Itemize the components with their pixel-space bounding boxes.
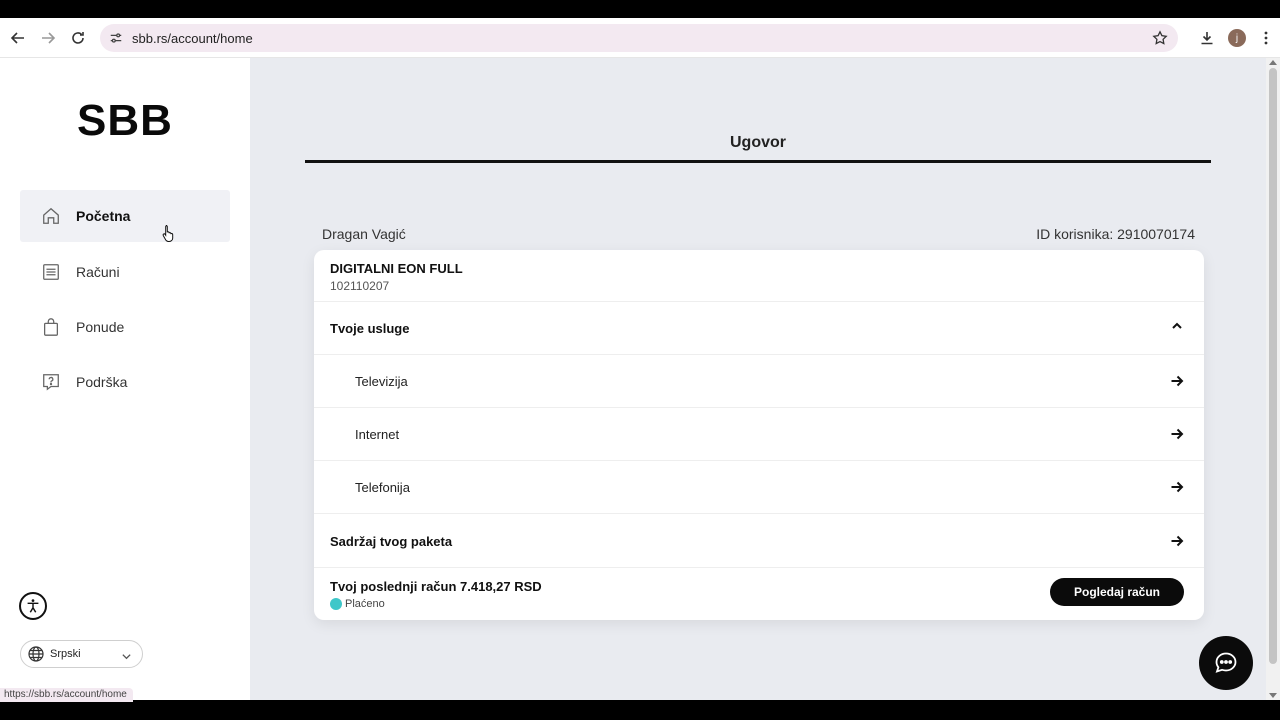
screen-bottom-border	[0, 702, 1280, 720]
last-bill-row: Tvoj poslednji račun 7.418,27 RSD Plaćen…	[314, 568, 1204, 620]
hand-cursor-icon	[162, 225, 174, 242]
back-button[interactable]	[3, 23, 33, 53]
profile-button[interactable]: j	[1222, 18, 1252, 58]
package-content-row[interactable]: Sadržaj tvog paketa	[314, 515, 1204, 568]
last-bill-text: Tvoj poslednji račun 7.418,27 RSD	[330, 579, 542, 594]
downloads-icon[interactable]	[1192, 18, 1222, 58]
page-scrollbar[interactable]	[1266, 58, 1280, 700]
help-icon	[40, 371, 62, 393]
sidebar-item-label: Računi	[76, 264, 120, 280]
browser-toolbar: sbb.rs/account/home j	[0, 18, 1280, 58]
service-label: Internet	[355, 426, 400, 442]
view-bill-button[interactable]: Pogledaj račun	[1050, 578, 1184, 606]
arrow-right-icon	[1171, 535, 1184, 547]
home-icon	[40, 205, 62, 227]
chevron-down-icon	[121, 649, 132, 660]
browser-menu-icon[interactable]	[1252, 18, 1280, 58]
scroll-down-icon[interactable]	[1269, 693, 1277, 698]
page-title: Ugovor	[730, 134, 786, 151]
service-row-internet[interactable]: Internet	[314, 408, 1204, 461]
arrow-right-icon	[1171, 481, 1184, 493]
site-settings-icon[interactable]	[108, 30, 124, 46]
arrow-right-icon	[1171, 428, 1184, 440]
contract-card: DIGITALNI EON FULL 102110207 Tvoje uslug…	[314, 250, 1204, 620]
accessibility-button[interactable]	[19, 592, 47, 620]
chat-button[interactable]	[1199, 636, 1253, 690]
scroll-up-icon[interactable]	[1269, 60, 1277, 65]
invoice-icon	[40, 261, 62, 283]
sidebar-item-pocetna[interactable]: Početna	[20, 190, 230, 242]
sidebar: SBB Početna Računi Ponude Podrška Srpski	[0, 58, 250, 700]
sidebar-item-racuni[interactable]: Računi	[20, 246, 230, 298]
link-status-bar: https://sbb.rs/account/home	[0, 688, 133, 702]
sidebar-item-label: Početna	[76, 208, 131, 224]
user-id: ID korisnika: 2910070174	[1036, 226, 1195, 242]
sidebar-item-ponude[interactable]: Ponude	[20, 301, 230, 353]
package-content-label: Sadržaj tvog paketa	[330, 533, 453, 549]
shopping-bag-icon	[40, 316, 62, 338]
arrow-right-icon	[42, 31, 56, 44]
service-label: Televizija	[355, 373, 408, 389]
services-header: Tvoje usluge	[330, 320, 410, 336]
address-bar[interactable]: sbb.rs/account/home	[100, 24, 1178, 52]
arrow-left-icon	[10, 31, 24, 44]
package-number: 102110207	[330, 279, 390, 293]
scrollbar-thumb[interactable]	[1269, 68, 1277, 664]
bill-status-label: Plaćeno	[345, 598, 385, 610]
chevron-up-icon	[1172, 322, 1182, 329]
paid-check-icon	[330, 598, 342, 610]
profile-avatar: j	[1228, 29, 1246, 47]
bill-status: Plaćeno	[330, 598, 385, 610]
globe-icon	[27, 645, 45, 663]
forward-button[interactable]	[33, 23, 63, 53]
bookmark-star-icon[interactable]	[1152, 30, 1168, 46]
arrow-right-icon	[1171, 375, 1184, 387]
service-label: Telefonija	[355, 479, 410, 495]
reload-icon	[72, 31, 84, 44]
accessibility-icon	[27, 599, 39, 613]
package-header: DIGITALNI EON FULL 102110207	[314, 250, 1204, 302]
screen-top-border	[0, 0, 1280, 18]
services-accordion-toggle[interactable]: Tvoje usluge	[314, 302, 1204, 355]
sidebar-item-podrska[interactable]: Podrška	[20, 356, 230, 408]
chat-bubble-icon	[1215, 652, 1237, 673]
reload-button[interactable]	[63, 23, 93, 53]
title-underline	[305, 160, 1211, 163]
user-name: Dragan Vagić	[322, 226, 406, 242]
service-row-televizija[interactable]: Televizija	[314, 355, 1204, 408]
sidebar-item-label: Ponude	[76, 319, 125, 335]
service-row-telefonija[interactable]: Telefonija	[314, 461, 1204, 514]
url-text: sbb.rs/account/home	[132, 30, 253, 46]
language-label: Srpski	[50, 648, 81, 660]
language-select[interactable]: Srpski	[20, 640, 143, 668]
sbb-logo[interactable]: SBB	[0, 96, 250, 146]
package-name: DIGITALNI EON FULL	[330, 261, 463, 276]
page-content: SBB Početna Računi Ponude Podrška Srpski…	[0, 58, 1266, 700]
browser-actions: j	[1192, 18, 1280, 58]
sidebar-item-label: Podrška	[76, 374, 128, 390]
